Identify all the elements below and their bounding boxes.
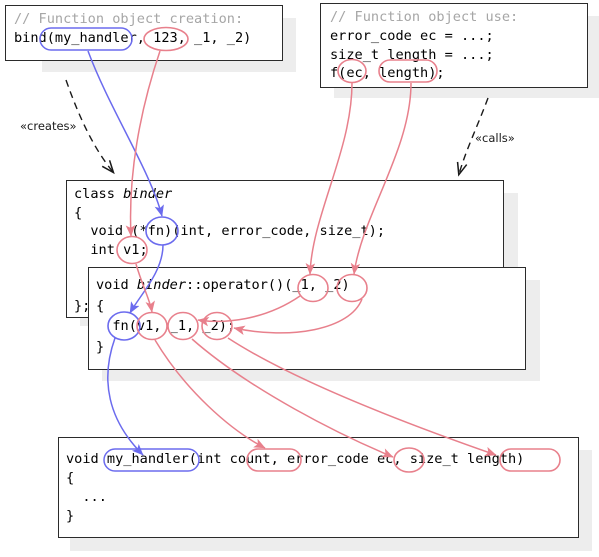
creation-code-line: bind(my_handler, 123, _1, _2) (14, 30, 252, 46)
binder-class-line-3: void (*fn)(int, error_code, size_t); (74, 223, 385, 239)
binder-class-name: binder (123, 186, 173, 202)
binder-class-line-5: }; (74, 298, 91, 314)
binder-operator-line-1: void binder::operator()(_1, _2) (96, 276, 350, 295)
use-comment: // Function object use: (330, 9, 519, 25)
handler-line-3: ... (66, 489, 107, 505)
handler-line-4: } (66, 508, 75, 524)
use-line-3: f(ec, length); (330, 65, 445, 81)
binder-class-line-2: { (74, 204, 83, 221)
calls-label: «calls» (475, 131, 515, 145)
use-line-1: error_code ec = ...; (330, 28, 494, 44)
operator-signature-rest: ::operator()(_1, _2) (186, 277, 350, 293)
operator-class-name: binder (136, 277, 187, 293)
binder-class-keyword: class (74, 186, 124, 202)
use-line-2: size_t length = ...; (330, 46, 494, 63)
binder-class-line-1: class binder (74, 185, 172, 204)
binder-operator-line-3: fn(v1, _1, _2); (96, 318, 236, 334)
creates-label: «creates» (20, 119, 77, 133)
binder-operator-line-2: { (96, 298, 105, 314)
handler-line-1: void my_handler(int count, error_code ec… (66, 451, 525, 467)
handler-line-2: { (66, 470, 75, 486)
binder-class-line-4: int v1; (74, 241, 148, 258)
diagram-canvas: // Function object creation: bind(my_han… (0, 0, 599, 557)
creation-comment: // Function object creation: (14, 11, 244, 27)
operator-void-keyword: void (96, 277, 137, 293)
binder-operator-line-4: } (96, 338, 105, 355)
